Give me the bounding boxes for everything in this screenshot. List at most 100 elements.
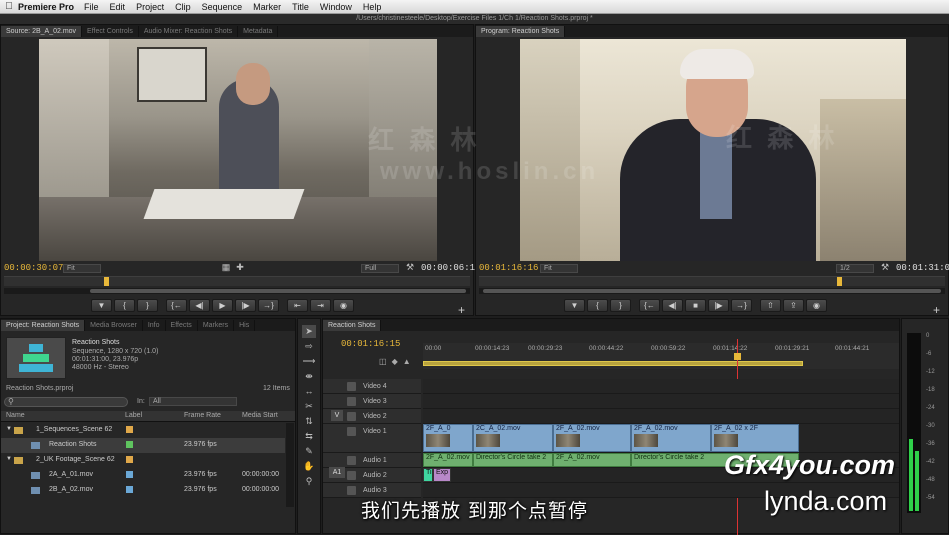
audio-clip[interactable]: 2F_A_02.mov — [423, 453, 473, 467]
mark-in-button[interactable]: { — [114, 299, 135, 312]
go-to-out-button[interactable]: →} — [258, 299, 279, 312]
track-header-video-3[interactable]: Video 3 — [323, 394, 421, 409]
track-select-tool-icon[interactable]: ⇨ — [302, 340, 316, 353]
tab-sequence[interactable]: Reaction Shots — [323, 320, 382, 331]
tab-source[interactable]: Source: 2B_A_02.mov — [1, 26, 83, 37]
tab-effects[interactable]: Effects — [166, 320, 198, 331]
tab-markers[interactable]: Markers — [198, 320, 235, 331]
tab-history[interactable]: His — [234, 320, 256, 331]
source-zoom-scrollbar[interactable] — [4, 288, 470, 294]
video-clip[interactable]: 2F_A_0 — [423, 424, 473, 452]
video-clip[interactable]: 2F_A_02 x 2F — [711, 424, 799, 452]
export-frame-button[interactable]: ◉ — [333, 299, 354, 312]
eye-icon[interactable] — [347, 412, 356, 421]
step-back-button[interactable]: ◀| — [189, 299, 210, 312]
program-quality-select[interactable]: 1/2 — [836, 264, 874, 273]
go-to-out-button[interactable]: →} — [731, 299, 752, 312]
menu-title[interactable]: Title — [292, 2, 309, 12]
track-lane[interactable] — [423, 394, 899, 409]
go-to-in-button[interactable]: {← — [166, 299, 187, 312]
add-button-icon[interactable]: + — [458, 303, 465, 317]
wrench-icon[interactable]: ⚒ — [403, 261, 417, 274]
tab-effect-controls[interactable]: Effect Controls — [82, 26, 139, 37]
wrench-icon[interactable]: ⚒ — [878, 261, 892, 274]
audio-clip[interactable]: Exp — [433, 468, 451, 482]
zoom-tool-icon[interactable]: ⚲ — [302, 475, 316, 488]
source-fit-select[interactable]: Fit — [63, 264, 101, 273]
menu-sequence[interactable]: Sequence — [202, 2, 243, 12]
rolling-edit-tool-icon[interactable]: ⇼ — [302, 370, 316, 383]
go-to-in-button[interactable]: {← — [639, 299, 660, 312]
speaker-icon[interactable] — [347, 456, 356, 465]
playhead-handle[interactable] — [734, 353, 741, 360]
column-media-start[interactable]: Media Start — [242, 412, 278, 419]
video-clip[interactable]: 2F_A_02.mov — [553, 424, 631, 452]
in-filter-select[interactable]: All — [149, 397, 237, 406]
program-fit-select[interactable]: Fit — [540, 264, 578, 273]
menu-help[interactable]: Help — [363, 2, 382, 12]
project-row[interactable]: ▼ 1_Sequences_Scene 62 — [1, 423, 285, 438]
project-scrollbar[interactable] — [286, 423, 294, 507]
label-color-swatch[interactable] — [126, 456, 133, 463]
insert-button[interactable]: ⇤ — [287, 299, 308, 312]
add-marker-button[interactable]: ▼ — [564, 299, 585, 312]
video-clip[interactable]: 2F_A_02.mov — [631, 424, 711, 452]
source-audio-patch[interactable]: A1 — [329, 467, 345, 478]
menu-file[interactable]: File — [84, 2, 99, 12]
disclosure-triangle-icon[interactable]: ▼ — [6, 426, 12, 432]
program-time-ruler[interactable] — [479, 276, 945, 286]
speaker-icon[interactable] — [347, 471, 356, 480]
safe-margins-icon[interactable]: ✚ — [233, 261, 247, 274]
audio-clip[interactable]: Ti — [423, 468, 433, 482]
column-name[interactable]: Name — [6, 412, 25, 419]
settings-icon[interactable]: ▦ — [219, 261, 233, 274]
ripple-edit-tool-icon[interactable]: ⟶ — [302, 355, 316, 368]
audio-clip[interactable]: 2F_A_02.mov — [553, 453, 631, 467]
label-color-swatch[interactable] — [126, 486, 133, 493]
export-frame-button[interactable]: ◉ — [806, 299, 827, 312]
extract-button[interactable]: ⇪ — [783, 299, 804, 312]
timeline-timecode[interactable]: 00:01:16:15 — [341, 339, 400, 349]
menu-marker[interactable]: Marker — [253, 2, 281, 12]
slide-tool-icon[interactable]: ⇆ — [302, 430, 316, 443]
source-quality-select[interactable]: Full — [361, 264, 399, 273]
timeline-ruler[interactable]: 00:00 00:00:14:23 00:00:29:23 00:00:44:2… — [423, 343, 899, 369]
tab-audio-mixer[interactable]: Audio Mixer: Reaction Shots — [139, 26, 239, 37]
source-time-ruler[interactable] — [4, 276, 470, 286]
selection-tool-icon[interactable]: ➤ — [302, 325, 316, 338]
menu-window[interactable]: Window — [320, 2, 352, 12]
menu-clip[interactable]: Clip — [175, 2, 191, 12]
razor-tool-icon[interactable]: ✂ — [302, 400, 316, 413]
column-frame-rate[interactable]: Frame Rate — [184, 412, 221, 419]
step-forward-button[interactable]: |▶ — [708, 299, 729, 312]
add-button-icon[interactable]: + — [933, 303, 940, 317]
apple-icon[interactable]:  — [0, 1, 18, 12]
disclosure-triangle-icon[interactable]: ▼ — [6, 456, 12, 462]
eye-icon[interactable] — [347, 382, 356, 391]
source-video-patch[interactable]: V — [331, 410, 343, 421]
label-color-swatch[interactable] — [126, 426, 133, 433]
mark-out-button[interactable]: } — [610, 299, 631, 312]
overwrite-button[interactable]: ⇥ — [310, 299, 331, 312]
program-playhead[interactable] — [837, 277, 842, 286]
label-color-swatch[interactable] — [126, 471, 133, 478]
audio-clip[interactable]: Director's Circle take 2 — [473, 453, 553, 467]
search-input[interactable]: ⚲ — [4, 397, 128, 407]
tab-project[interactable]: Project: Reaction Shots — [1, 320, 86, 331]
column-label[interactable]: Label — [125, 412, 142, 419]
app-menu[interactable]: Premiere Pro — [18, 2, 74, 12]
project-row[interactable]: ▼ 2_UK Footage_Scene 62 — [1, 453, 285, 468]
source-playhead[interactable] — [104, 277, 109, 286]
video-clip[interactable]: 2C_A_02.mov — [473, 424, 553, 452]
menu-project[interactable]: Project — [136, 2, 164, 12]
program-timecode[interactable]: 00:01:16:16 — [479, 263, 538, 273]
eye-icon[interactable] — [347, 427, 356, 436]
add-marker-button[interactable]: ▼ — [91, 299, 112, 312]
add-marker-icon[interactable]: ▲ — [403, 357, 411, 366]
snap-icon[interactable]: ◫ — [379, 357, 387, 366]
project-row[interactable]: Reaction Shots 23.976 fps — [1, 438, 285, 453]
tab-media-browser[interactable]: Media Browser — [85, 320, 143, 331]
label-color-swatch[interactable] — [126, 441, 133, 448]
slip-tool-icon[interactable]: ⇅ — [302, 415, 316, 428]
project-row[interactable]: 2A_A_01.mov 23.976 fps 00:00:00:00 — [1, 468, 285, 483]
